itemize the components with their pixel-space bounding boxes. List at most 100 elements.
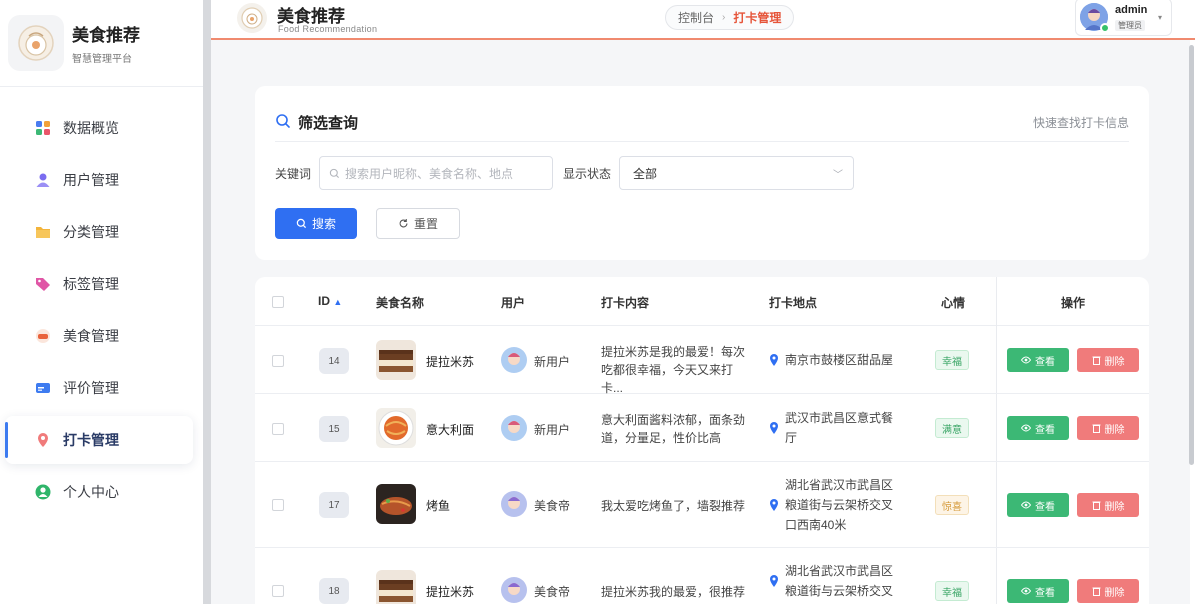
breadcrumb: 控制台 › 打卡管理 [665, 5, 795, 30]
profile-icon [35, 484, 51, 500]
row-checkbox[interactable] [272, 585, 284, 597]
top-header: 美食推荐 Food Recommendation 控制台 › 打卡管理 admi… [211, 0, 1195, 40]
food-image-pasta [376, 408, 416, 448]
checkin-location: 湖北省武汉市武昌区粮道街与云架桥交叉口西南40米 [769, 475, 899, 535]
user-name: 美食帝 [534, 499, 571, 513]
status-select[interactable]: 全部 ﹀ [619, 156, 855, 190]
food-name: 提拉米苏 [426, 355, 475, 369]
delete-button[interactable]: 删除 [1077, 493, 1139, 517]
row-id: 15 [319, 416, 349, 442]
filter-header: 筛选查询 快速查找打卡信息 [275, 104, 1129, 142]
sort-icon: ▲ [333, 297, 343, 307]
checkin-location: 武汉市武昌区意式餐厅 [769, 408, 899, 448]
sidebar-item-users[interactable]: 用户管理 [5, 156, 193, 204]
sidebar: 美食推荐 智慧管理平台 数据概览 用户管理 分类管理 标签管理 美食管理 评价管… [0, 0, 203, 604]
trash-icon [1092, 500, 1101, 510]
select-all-checkbox[interactable] [272, 296, 284, 308]
sidebar-item-checkins[interactable]: 打卡管理 [5, 416, 193, 464]
eye-icon [1021, 587, 1031, 595]
location-pin-icon [769, 354, 779, 366]
column-header-actions: 操作 [1061, 296, 1086, 310]
mood-badge: 满意 [935, 418, 969, 438]
search-icon [275, 113, 291, 132]
view-button[interactable]: 查看 [1007, 348, 1069, 372]
trash-icon [1092, 586, 1101, 596]
column-header-user: 用户 [501, 296, 526, 310]
reset-button[interactable]: 重置 [376, 208, 460, 239]
chevron-down-icon: ▾ [1157, 13, 1162, 22]
sidebar-item-categories[interactable]: 分类管理 [5, 208, 193, 256]
keyword-label: 关键词 [275, 166, 312, 181]
food-name: 意大利面 [426, 423, 475, 437]
keyword-placeholder: 搜索用户昵称、美食名称、地点 [345, 166, 514, 181]
grid-icon [35, 120, 51, 136]
avatar [501, 415, 527, 441]
search-button-label: 搜索 [311, 217, 336, 231]
delete-button[interactable]: 删除 [1077, 579, 1139, 603]
food-name: 提拉米苏 [426, 585, 475, 599]
header-logo-icon [237, 3, 267, 33]
sidebar-item-label: 分类管理 [63, 224, 119, 240]
column-header-location: 打卡地点 [769, 296, 818, 310]
view-button[interactable]: 查看 [1007, 493, 1069, 517]
eye-icon [1021, 356, 1031, 364]
mood-badge: 幸福 [935, 581, 969, 601]
eye-icon [1021, 501, 1031, 509]
brand: 美食推荐 智慧管理平台 [0, 0, 203, 87]
sidebar-item-label: 评价管理 [63, 380, 119, 396]
food-image-grilled-fish [376, 484, 416, 524]
row-checkbox[interactable] [272, 499, 284, 511]
sidebar-item-reviews[interactable]: 评价管理 [5, 364, 193, 412]
view-button[interactable]: 查看 [1007, 579, 1069, 603]
user-name: 新用户 [534, 355, 571, 369]
trash-icon [1092, 355, 1101, 365]
row-checkbox[interactable] [272, 423, 284, 435]
breadcrumb-home[interactable]: 控制台 [678, 9, 714, 26]
page-scrollbar-thumb[interactable] [1189, 45, 1194, 465]
sidebar-item-foods[interactable]: 美食管理 [5, 312, 193, 360]
checkin-content: 意大利面酱料浓郁，面条劲道，分量足，性价比高 [601, 413, 746, 445]
delete-button[interactable]: 删除 [1077, 416, 1139, 440]
sidebar-item-label: 个人中心 [63, 484, 119, 500]
search-icon [329, 168, 340, 178]
refresh-icon [398, 218, 409, 229]
mood-badge: 幸福 [935, 350, 969, 370]
table-row: 15 意大利面 新用户 意大利面酱料浓郁，面条劲道，分量足，性价比高 武汉市武昌… [255, 395, 1149, 462]
table-header: ID ▲ 美食名称 用户 打卡内容 打卡地点 心情 操作 [255, 277, 1149, 326]
row-checkbox[interactable] [272, 355, 284, 367]
checkin-content: 提拉米苏我的最爱，很推荐 [601, 585, 746, 599]
column-header-mood: 心情 [941, 296, 966, 310]
search-button[interactable]: 搜索 [275, 208, 357, 239]
sidebar-item-profile[interactable]: 个人中心 [5, 468, 193, 516]
sidebar-item-tags[interactable]: 标签管理 [5, 260, 193, 308]
checkin-content: 我太爱吃烤鱼了，墙裂推荐 [601, 499, 746, 513]
mood-badge: 惊喜 [935, 495, 969, 515]
sidebar-scrollbar[interactable] [203, 0, 211, 604]
header-subtitle: Food Recommendation [278, 24, 378, 34]
view-button[interactable]: 查看 [1007, 416, 1069, 440]
sidebar-item-dashboard[interactable]: 数据概览 [5, 104, 193, 152]
filter-card: 筛选查询 快速查找打卡信息 关键词 搜索用户昵称、美食名称、地点 显示状态 全部… [255, 86, 1149, 260]
eye-icon [1021, 424, 1031, 432]
column-header-id[interactable]: ID ▲ [318, 294, 342, 308]
delete-button[interactable]: 删除 [1077, 348, 1139, 372]
food-image-tiramisu [376, 340, 416, 380]
location-pin-icon [35, 432, 51, 448]
keyword-input[interactable]: 搜索用户昵称、美食名称、地点 [319, 156, 554, 190]
checkin-table: ID ▲ 美食名称 用户 打卡内容 打卡地点 心情 操作 14 提拉米苏 新用户… [255, 277, 1149, 604]
checkin-content: 提拉米苏是我的最爱！每次吃都很幸福，今天又来打卡... [601, 345, 746, 395]
column-header-content: 打卡内容 [601, 296, 650, 310]
avatar [501, 491, 527, 517]
sidebar-item-label: 美食管理 [63, 328, 119, 344]
brand-title: 美食推荐 [72, 26, 140, 45]
user-menu[interactable]: admin 管理员 ▾ [1075, 0, 1172, 36]
table-row: 18 提拉米苏 美食帝 提拉米苏我的最爱，很推荐 湖北省武汉市武昌区粮道街与云架… [255, 549, 1149, 604]
user-name: 美食帝 [534, 585, 571, 599]
brand-logo-icon [8, 15, 64, 71]
avatar [501, 577, 527, 603]
table-row: 14 提拉米苏 新用户 提拉米苏是我的最爱！每次吃都很幸福，今天又来打卡... … [255, 327, 1149, 395]
status-value: 全部 [633, 166, 658, 181]
folder-icon [35, 224, 51, 240]
sidebar-item-label: 打卡管理 [63, 432, 119, 448]
avatar [501, 347, 527, 373]
